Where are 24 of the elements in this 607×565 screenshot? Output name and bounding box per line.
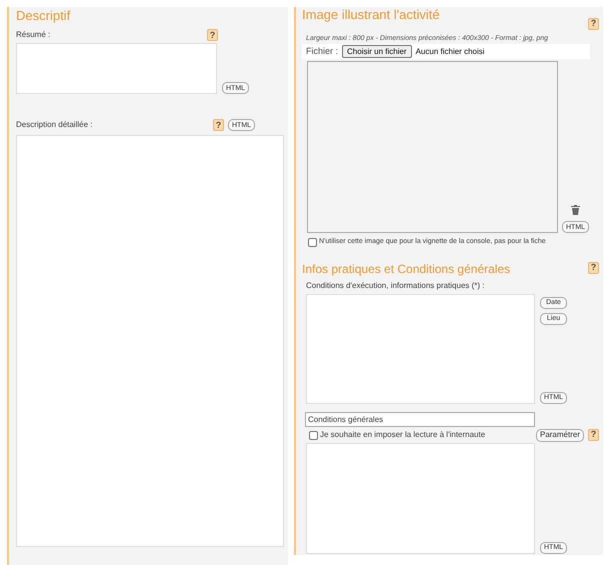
section-title: Image illustrant l'activité: [302, 7, 440, 23]
help-button[interactable]: ?: [213, 119, 224, 131]
settings-button[interactable]: Paramétrer: [536, 428, 584, 442]
checkbox[interactable]: [308, 238, 317, 247]
field-label: Conditions d'exécution, informations pratiques (*) :: [306, 280, 486, 292]
help-button[interactable]: ?: [588, 428, 599, 441]
checkbox-label: Je souhaite en imposer la lecture à l'internaute: [320, 429, 486, 441]
help-button[interactable]: ?: [588, 18, 599, 30]
file-button[interactable]: Choisir un fichier: [342, 45, 412, 58]
conditions-field[interactable]: [306, 294, 535, 404]
section-title: Descriptif: [16, 8, 72, 24]
general-conditions-text-field[interactable]: [306, 442, 535, 554]
field-label: Description détaillée :: [16, 119, 94, 131]
field-label: Résumé :: [16, 29, 50, 41]
file-status: Aucun fichier choisi: [416, 46, 485, 58]
description-field[interactable]: [16, 135, 284, 547]
trash-icon[interactable]: [571, 205, 580, 215]
help-button[interactable]: ?: [588, 262, 599, 274]
checkbox[interactable]: [309, 430, 318, 440]
general-conditions-field[interactable]: Conditions générales: [305, 412, 535, 426]
summary-field[interactable]: [16, 43, 217, 94]
field-label: Fichier :: [306, 44, 338, 58]
help-button[interactable]: ?: [207, 29, 218, 41]
section-title: Infos pratiques et Conditions générales: [302, 262, 510, 276]
